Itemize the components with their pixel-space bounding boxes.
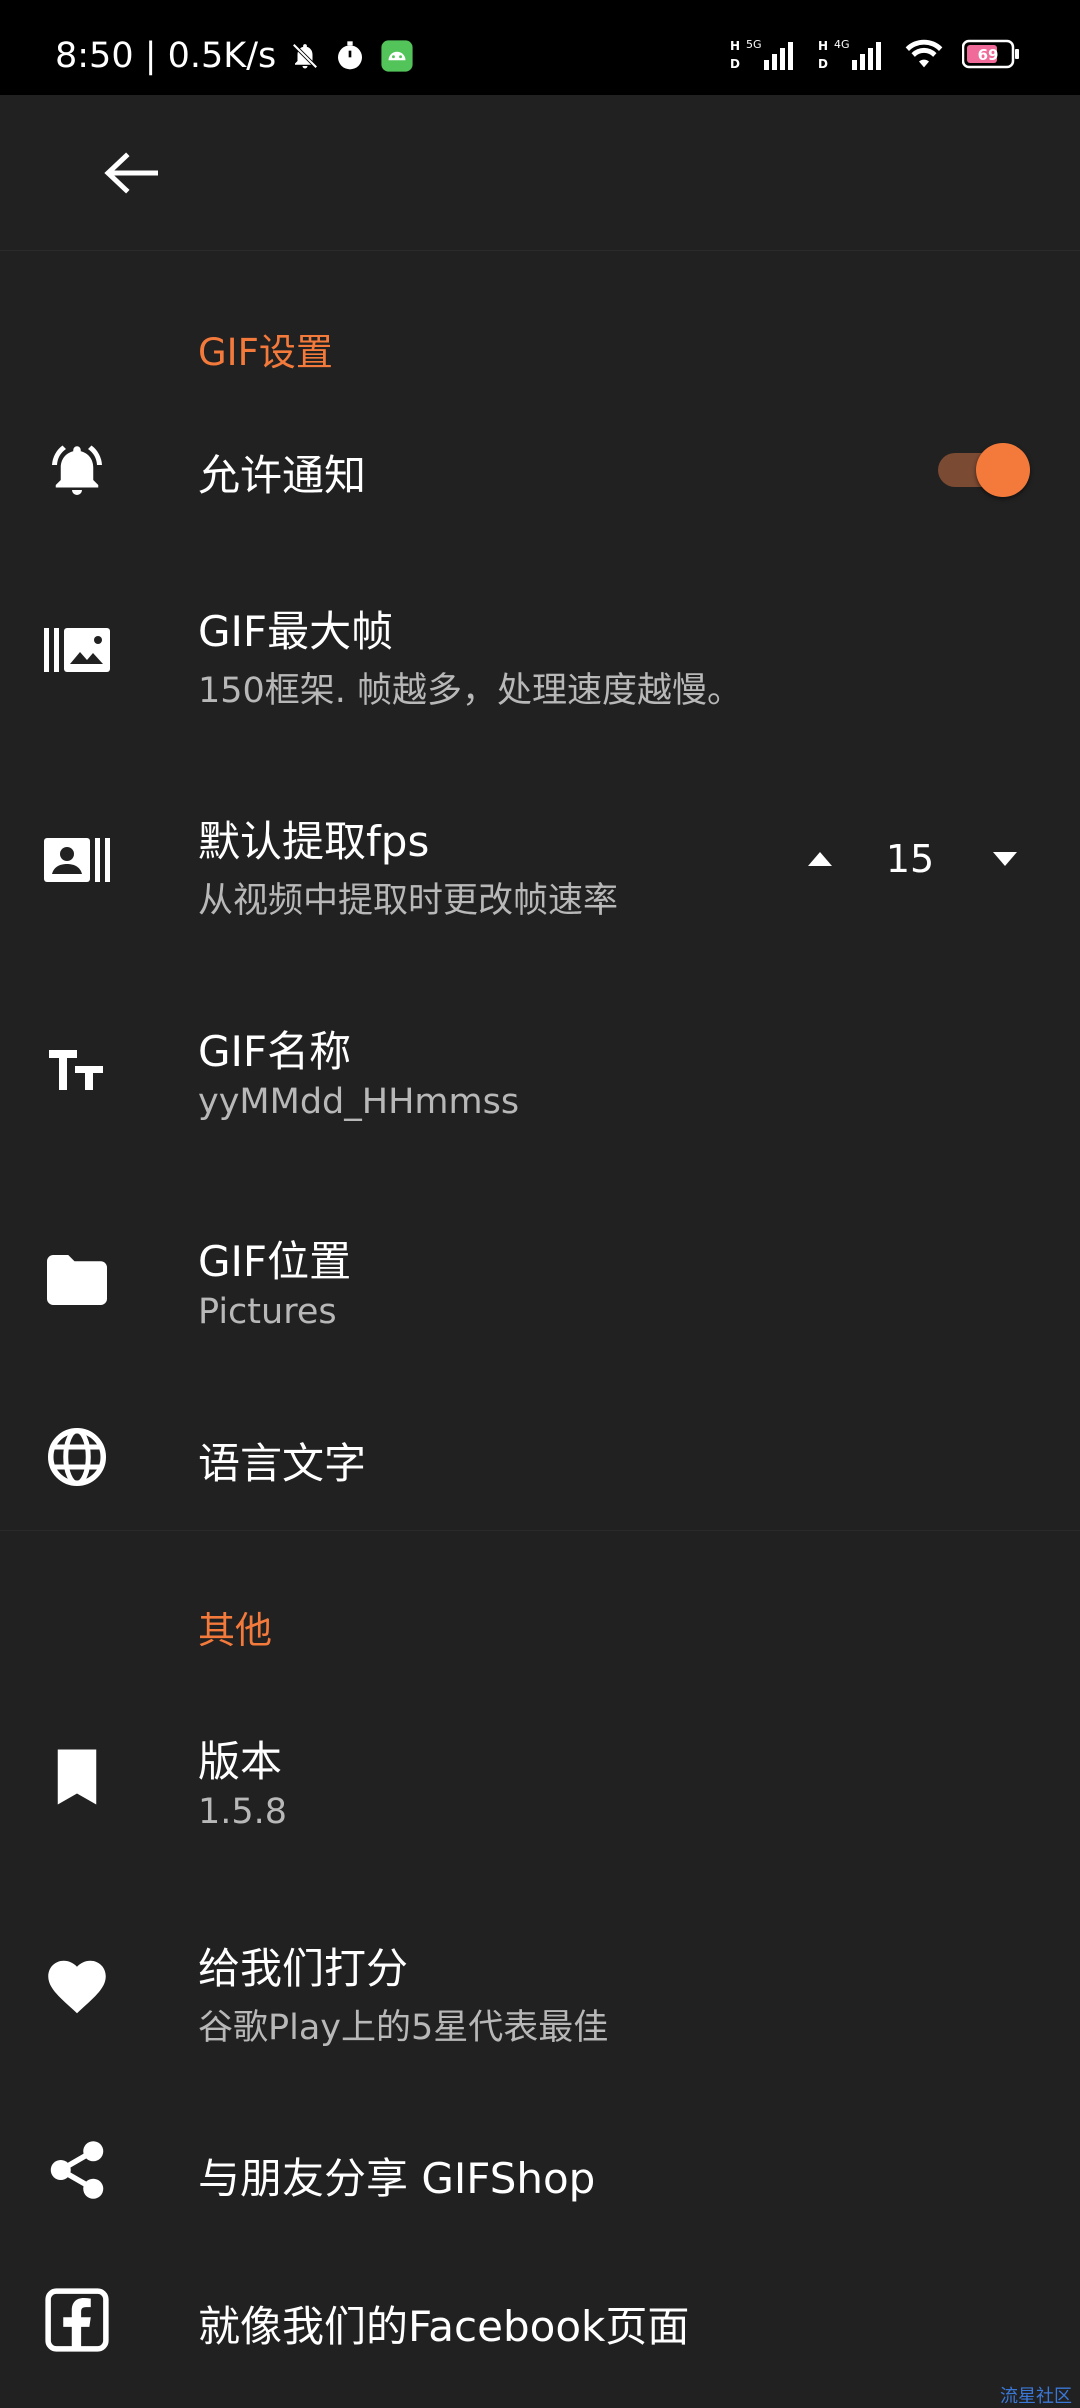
bookmark-icon — [42, 1742, 112, 1812]
setting-max-frames[interactable]: GIF最大帧 150框架. 帧越多，处理速度越慢。 — [0, 570, 1080, 740]
notification-bell-icon — [42, 435, 112, 505]
arrow-down-icon — [993, 852, 1017, 866]
svg-text:D: D — [818, 57, 828, 71]
text-size-icon — [42, 1035, 112, 1105]
fps-decrease-button[interactable] — [985, 839, 1025, 879]
wifi-icon — [905, 39, 943, 68]
signal-4g-icon: H D 4G — [818, 38, 881, 71]
setting-facebook[interactable]: 就像我们的Facebook页面 — [0, 2265, 1080, 2385]
share-title: 与朋友分享 GIFShop — [198, 2154, 596, 2203]
status-right: H D 5G H D 4G 69 — [728, 36, 1020, 72]
notifications-toggle[interactable] — [938, 443, 1030, 497]
share-icon — [42, 2135, 112, 2205]
status-time-speed: 8:50 | 0.5K/s — [55, 36, 277, 76]
section-title-other: 其他 — [198, 1609, 272, 1652]
section-divider — [0, 1530, 1080, 1531]
signal-5g-icon: H D 5G — [730, 38, 793, 71]
svg-text:5G: 5G — [746, 38, 762, 51]
setting-language[interactable]: 语言文字 — [0, 1390, 1080, 1525]
svg-text:4G: 4G — [834, 38, 850, 51]
globe-icon — [42, 1422, 112, 1492]
facebook-title: 就像我们的Facebook页面 — [198, 2302, 690, 2351]
svg-text:H: H — [818, 39, 828, 53]
section-title-gif-settings: GIF设置 — [198, 331, 333, 374]
svg-text:69: 69 — [978, 46, 999, 64]
status-left: 8:50 | 0.5K/s — [55, 36, 414, 76]
folder-icon — [42, 1245, 112, 1315]
arrow-back-icon — [104, 151, 158, 194]
bell-muted-icon — [292, 43, 318, 69]
battery-icon: 69 — [962, 39, 1019, 69]
facebook-icon — [42, 2285, 112, 2355]
gif-name-subtitle: yyMMdd_HHmmss — [198, 1082, 520, 1122]
fps-value: 15 — [885, 837, 935, 881]
svg-text:D: D — [730, 57, 740, 71]
gif-location-title: GIF位置 — [198, 1237, 352, 1286]
default-fps-title: 默认提取fps — [198, 817, 430, 866]
setting-rate-us[interactable]: 给我们打分 谷歌Play上的5星代表最佳 — [0, 1907, 1080, 2077]
rate-us-subtitle: 谷歌Play上的5星代表最佳 — [198, 2008, 609, 2048]
version-subtitle: 1.5.8 — [198, 1792, 288, 1832]
setting-version: 版本 1.5.8 — [0, 1700, 1080, 1870]
app-bar — [0, 95, 1080, 251]
svg-text:H: H — [730, 39, 740, 53]
setting-share[interactable]: 与朋友分享 GIFShop — [0, 2110, 1080, 2230]
status-bar: 8:50 | 0.5K/s H D 5G H D 4G 69 — [0, 0, 1080, 95]
gif-location-subtitle: Pictures — [198, 1292, 337, 1332]
arrow-up-icon — [808, 852, 832, 866]
setting-default-fps: 默认提取fps 从视频中提取时更改帧速率 15 — [0, 780, 1080, 950]
version-title: 版本 — [198, 1737, 283, 1786]
max-frames-title: GIF最大帧 — [198, 607, 394, 656]
allow-notifications-title: 允许通知 — [198, 451, 367, 500]
android-app-icon — [381, 40, 413, 72]
setting-gif-name[interactable]: GIF名称 yyMMdd_HHmmss — [0, 990, 1080, 1160]
max-frames-subtitle: 150框架. 帧越多，处理速度越慢。 — [198, 671, 743, 711]
back-button[interactable] — [95, 145, 165, 200]
photo-library-icon — [42, 615, 112, 685]
watermark: 流星社区 — [1000, 2386, 1072, 2407]
timer-icon — [338, 41, 363, 70]
rate-us-title: 给我们打分 — [198, 1944, 409, 1993]
default-fps-subtitle: 从视频中提取时更改帧速率 — [198, 881, 619, 921]
setting-gif-location[interactable]: GIF位置 Pictures — [0, 1200, 1080, 1370]
language-title: 语言文字 — [198, 1439, 367, 1488]
fps-increase-button[interactable] — [800, 839, 840, 879]
fps-stepper: 15 — [800, 825, 1030, 895]
setting-allow-notifications[interactable]: 允许通知 — [0, 400, 1080, 540]
toggle-knob — [976, 443, 1030, 497]
heart-icon — [42, 1952, 112, 2022]
gif-name-title: GIF名称 — [198, 1027, 352, 1076]
contact-card-icon — [42, 825, 112, 895]
